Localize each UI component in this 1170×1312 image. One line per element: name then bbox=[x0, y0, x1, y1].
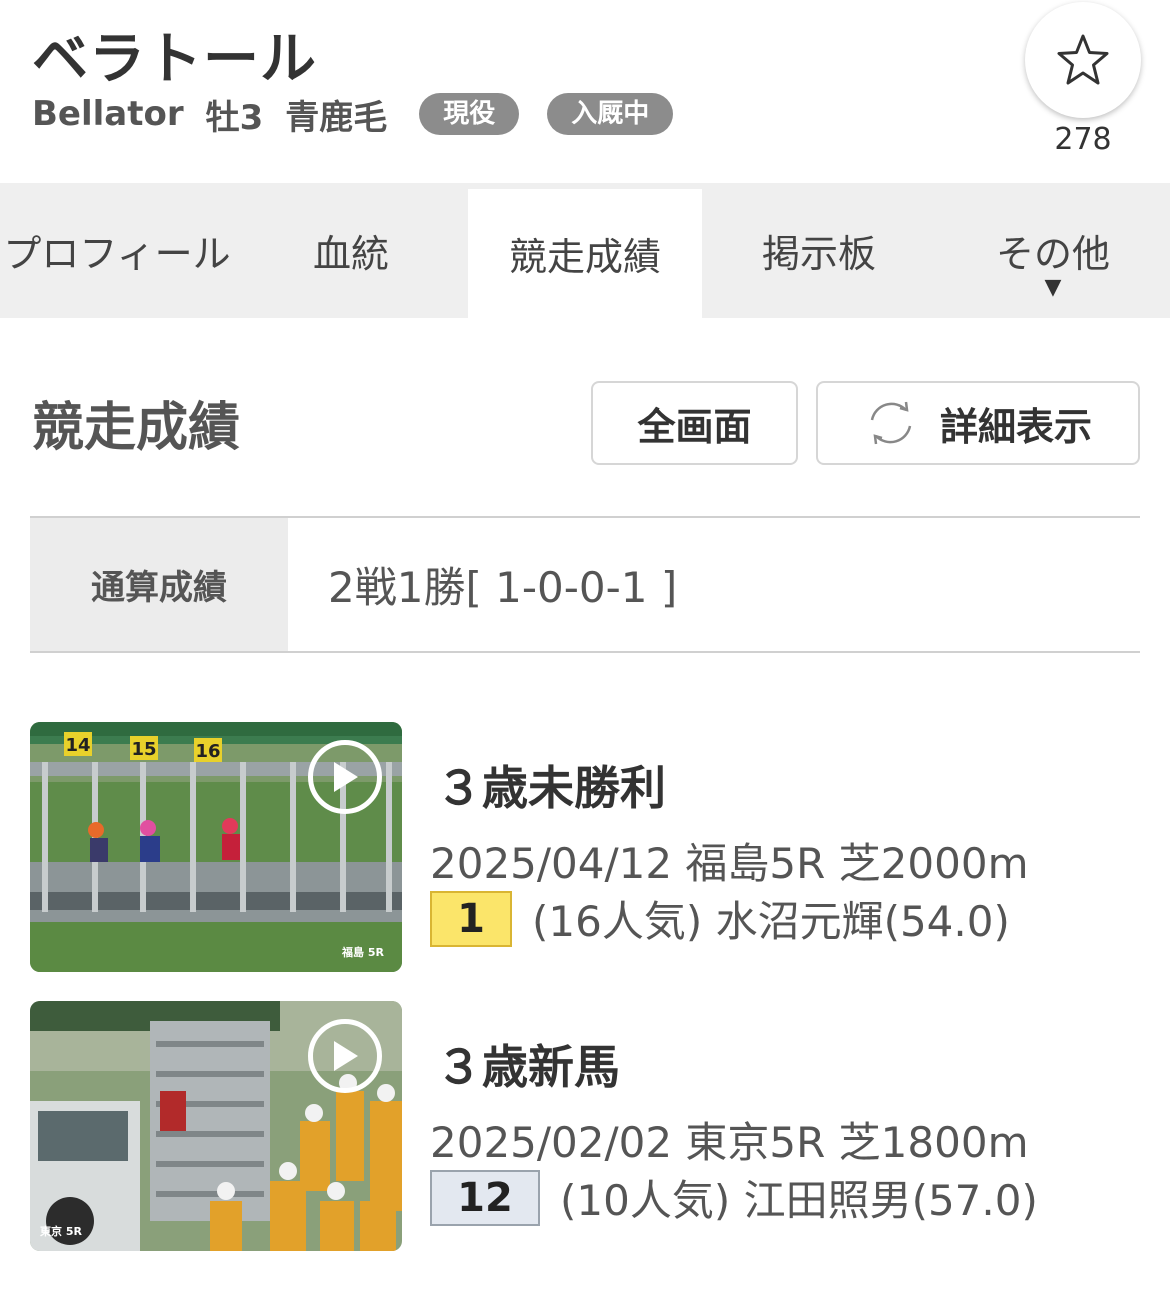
tab-race-results[interactable]: 競走成績 bbox=[468, 189, 702, 318]
detail-view-label: 詳細表示 bbox=[939, 404, 1092, 449]
tab-pedigree[interactable]: 血統 bbox=[234, 183, 468, 318]
tab-profile[interactable]: プロフィール bbox=[0, 183, 234, 318]
race-info: 2025/04/12 福島5R 芝2000m bbox=[430, 839, 1029, 888]
thumb-caption: 福島 5R bbox=[341, 945, 384, 959]
refresh-icon bbox=[864, 398, 918, 448]
race-detail: (16人気) 水沼元輝(54.0) bbox=[532, 897, 1010, 946]
play-icon[interactable] bbox=[308, 1019, 382, 1093]
race-info: 2025/02/02 東京5R 芝1800m bbox=[430, 1118, 1029, 1167]
finish-position-badge: 12 bbox=[430, 1169, 540, 1226]
race-video-thumbnail[interactable]: 14 15 16 福島 5R bbox=[30, 722, 402, 972]
career-summary: 通算成績 2戦1勝[ 1-0-0-1 ] bbox=[30, 516, 1140, 653]
play-icon[interactable] bbox=[308, 740, 382, 814]
race-result: 1 (16人気) 水沼元輝(54.0) bbox=[430, 888, 1010, 949]
gate-number: 16 bbox=[195, 741, 220, 762]
tab-bar: プロフィール 血統 競走成績 掲示板 その他 ▼ bbox=[0, 183, 1170, 318]
horse-subinfo: Bellator 牡3 青鹿毛 現役 入厩中 bbox=[32, 92, 691, 138]
thumb-caption: 東京 5R bbox=[40, 1224, 82, 1238]
race-video-thumbnail[interactable]: 東京 5R bbox=[30, 1001, 402, 1251]
race-title: ３歳新馬 bbox=[436, 1040, 620, 1094]
detail-view-button[interactable]: 詳細表示 bbox=[816, 381, 1140, 465]
horse-coat: 青鹿毛 bbox=[285, 97, 388, 138]
race-title: ３歳未勝利 bbox=[436, 761, 666, 815]
summary-value: 2戦1勝[ 1-0-0-1 ] bbox=[328, 563, 678, 612]
tab-other-label: その他 bbox=[995, 232, 1110, 276]
horse-english-name: Bellator bbox=[32, 94, 184, 134]
race-result: 12 (10人気) 江田照男(57.0) bbox=[430, 1167, 1038, 1228]
section-title: 競走成績 bbox=[32, 398, 241, 458]
tab-board[interactable]: 掲示板 bbox=[702, 183, 936, 318]
gate-number: 14 bbox=[65, 735, 90, 756]
star-icon bbox=[1057, 34, 1109, 85]
favorite-count: 278 bbox=[1054, 122, 1112, 157]
status-badge-stable: 入厩中 bbox=[547, 93, 674, 135]
horse-header: ベラトール Bellator 牡3 青鹿毛 現役 入厩中 278 bbox=[0, 0, 1170, 183]
status-badge-active: 現役 bbox=[419, 93, 520, 135]
race-item[interactable]: 14 15 16 福島 5R ３歳未勝利 2025/04/12 福島5R 芝20… bbox=[30, 722, 1140, 972]
horse-sex-age: 牡3 bbox=[205, 97, 264, 138]
gate-number: 15 bbox=[131, 739, 156, 760]
caret-down-icon: ▼ bbox=[1044, 275, 1062, 300]
horse-name: ベラトール bbox=[32, 27, 317, 92]
fullscreen-button[interactable]: 全画面 bbox=[591, 381, 798, 465]
race-detail: (10人気) 江田照男(57.0) bbox=[560, 1176, 1038, 1225]
finish-position-badge: 1 bbox=[430, 890, 512, 947]
summary-label: 通算成績 bbox=[30, 518, 288, 651]
favorite-button[interactable] bbox=[1025, 2, 1141, 118]
race-item[interactable]: 東京 5R ３歳新馬 2025/02/02 東京5R 芝1800m 12 (10… bbox=[30, 1001, 1140, 1251]
tab-other[interactable]: その他 ▼ bbox=[936, 183, 1170, 318]
